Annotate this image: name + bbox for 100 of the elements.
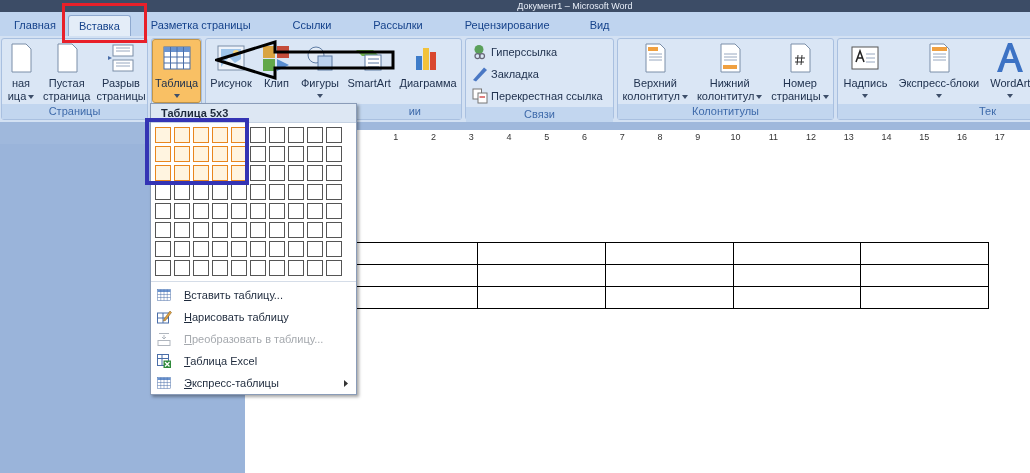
ribbon-tab[interactable]: Разметка страницы: [140, 15, 261, 36]
table-size-cell[interactable]: [250, 203, 266, 219]
ribbon-tab[interactable]: Рецензирование: [454, 15, 560, 36]
table-size-cell[interactable]: [212, 260, 228, 276]
ribbon-button[interactable]: Клип: [257, 39, 296, 103]
table-size-cell[interactable]: [250, 127, 266, 143]
table-size-cell[interactable]: [155, 203, 171, 219]
table-size-cell[interactable]: [250, 241, 266, 257]
table-size-cell[interactable]: [174, 165, 190, 181]
ribbon-button[interactable]: ная ица: [2, 39, 40, 103]
table-size-cell[interactable]: [269, 203, 285, 219]
table-size-cell[interactable]: [231, 241, 247, 257]
ribbon-button[interactable]: Надпись: [840, 39, 891, 103]
table-size-cell[interactable]: [326, 203, 342, 219]
ribbon-button[interactable]: Фигуры: [298, 39, 342, 103]
table-size-cell[interactable]: [288, 127, 304, 143]
table-size-cell[interactable]: [193, 241, 209, 257]
table-size-cell[interactable]: [326, 184, 342, 200]
table-size-cell[interactable]: [307, 127, 323, 143]
table-size-cell[interactable]: [193, 146, 209, 162]
ribbon-button[interactable]: Таблица: [152, 39, 202, 103]
table-size-cell[interactable]: [155, 241, 171, 257]
ribbon-tab[interactable]: Ссылки: [282, 15, 342, 36]
ribbon-tab[interactable]: Главная: [4, 15, 66, 36]
table-size-cell[interactable]: [288, 146, 304, 162]
table-size-cell[interactable]: [174, 241, 190, 257]
table-size-cell[interactable]: [231, 260, 247, 276]
table-size-cell[interactable]: [231, 203, 247, 219]
table-size-cell[interactable]: [174, 203, 190, 219]
table-size-cell[interactable]: [174, 222, 190, 238]
ribbon-tab[interactable]: Вставка: [67, 15, 131, 36]
menu-item[interactable]: Вставить таблицу...: [151, 284, 356, 306]
table-size-cell[interactable]: [288, 241, 304, 257]
ribbon-tab[interactable]: Вид: [579, 15, 620, 36]
table-size-cell[interactable]: [326, 127, 342, 143]
table-size-cell[interactable]: [326, 241, 342, 257]
table-size-cell[interactable]: [212, 222, 228, 238]
table-size-cell[interactable]: [174, 127, 190, 143]
ribbon-button[interactable]: Рисунок: [207, 39, 255, 103]
table-size-cell[interactable]: [269, 165, 285, 181]
table-size-cell[interactable]: [307, 165, 323, 181]
table-size-cell[interactable]: [269, 222, 285, 238]
table-size-cell[interactable]: [307, 203, 323, 219]
ribbon-button[interactable]: Нижний колонтитул: [693, 39, 766, 103]
table-size-cell[interactable]: [326, 260, 342, 276]
ribbon-link-button[interactable]: Гиперссылка: [470, 41, 609, 63]
table-size-cell[interactable]: [326, 165, 342, 181]
table-size-cell[interactable]: [269, 146, 285, 162]
table-size-cell[interactable]: [155, 260, 171, 276]
table-size-cell[interactable]: [250, 184, 266, 200]
table-size-cell[interactable]: [250, 260, 266, 276]
ribbon-button[interactable]: Номер страницы: [768, 39, 832, 103]
table-size-cell[interactable]: [288, 184, 304, 200]
table-size-cell[interactable]: [288, 222, 304, 238]
table-size-cell[interactable]: [212, 241, 228, 257]
table-size-cell[interactable]: [193, 222, 209, 238]
table-size-cell[interactable]: [326, 146, 342, 162]
ribbon-link-button[interactable]: Перекрестная ссылка: [470, 85, 609, 107]
table-size-cell[interactable]: [231, 222, 247, 238]
table-size-cell[interactable]: [307, 260, 323, 276]
table-size-cell[interactable]: [250, 165, 266, 181]
ribbon-link-button[interactable]: Закладка: [470, 63, 609, 85]
table-size-cell[interactable]: [212, 127, 228, 143]
table-size-cell[interactable]: [193, 260, 209, 276]
table-size-cell[interactable]: [269, 260, 285, 276]
ribbon-button[interactable]: WordArt: [987, 39, 1030, 103]
table-size-cell[interactable]: [307, 222, 323, 238]
table-size-cell[interactable]: [250, 146, 266, 162]
table-size-cell[interactable]: [155, 222, 171, 238]
table-size-cell[interactable]: [250, 222, 266, 238]
table-size-cell[interactable]: [307, 146, 323, 162]
table-size-cell[interactable]: [288, 165, 304, 181]
table-size-cell[interactable]: [269, 127, 285, 143]
table-size-cell[interactable]: [212, 203, 228, 219]
table-size-cell[interactable]: [212, 146, 228, 162]
ribbon-tab[interactable]: Рассылки: [363, 15, 433, 36]
ribbon-button[interactable]: Экспресс-блоки: [895, 39, 983, 103]
table-size-cell[interactable]: [288, 203, 304, 219]
table-size-cell[interactable]: [174, 146, 190, 162]
table-size-cell[interactable]: [193, 203, 209, 219]
table-size-cell[interactable]: [288, 260, 304, 276]
table-size-cell[interactable]: [307, 241, 323, 257]
table-size-cell[interactable]: [193, 165, 209, 181]
table-size-cell[interactable]: [155, 146, 171, 162]
ribbon-button[interactable]: Диаграмма: [396, 39, 460, 103]
table-size-cell[interactable]: [212, 165, 228, 181]
table-size-cell[interactable]: [155, 165, 171, 181]
table-size-cell[interactable]: [307, 184, 323, 200]
ribbon-button[interactable]: SmartArt: [344, 39, 394, 103]
menu-item[interactable]: Экспресс-таблицы: [151, 372, 356, 394]
table-size-cell[interactable]: [326, 222, 342, 238]
table-size-cell[interactable]: [269, 184, 285, 200]
table-size-cell[interactable]: [193, 127, 209, 143]
table-size-cell[interactable]: [269, 241, 285, 257]
ribbon-button[interactable]: Верхний колонтитул: [619, 39, 691, 103]
table-size-cell[interactable]: [174, 260, 190, 276]
ribbon-button[interactable]: Разрыв страницы: [93, 39, 149, 103]
ribbon-button[interactable]: Пустая страница: [40, 39, 94, 103]
table-size-cell[interactable]: [155, 127, 171, 143]
menu-item[interactable]: Таблица Excel: [151, 350, 356, 372]
